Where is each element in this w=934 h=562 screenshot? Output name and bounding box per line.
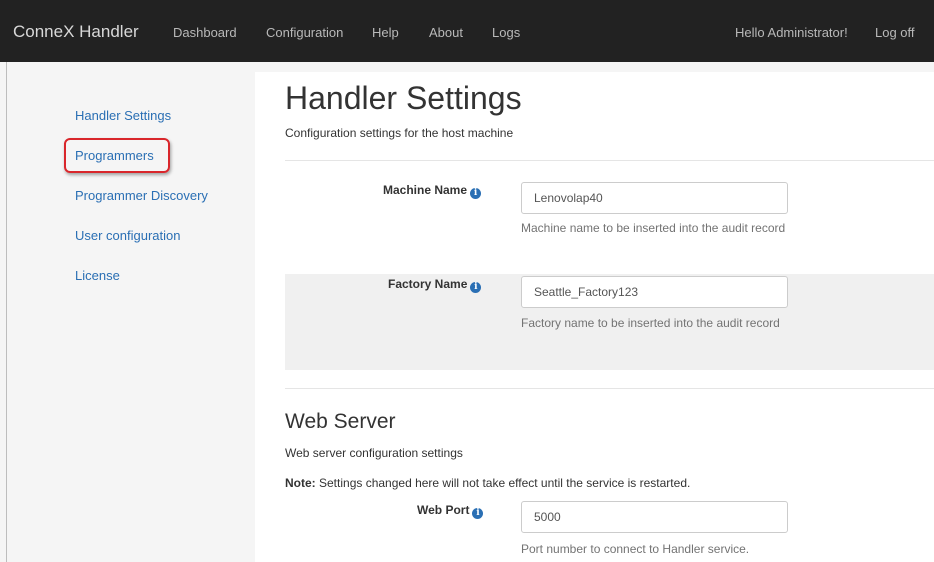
user-greeting[interactable]: Hello Administrator!: [735, 25, 848, 40]
factory-name-label: Factory Name i: [388, 277, 482, 293]
factory-name-label-text: Factory Name: [388, 277, 468, 291]
logoff-link[interactable]: Log off: [875, 25, 915, 40]
top-navbar: ConneX Handler Dashboard Configuration H…: [0, 0, 934, 62]
nav-dashboard[interactable]: Dashboard: [173, 25, 237, 40]
restart-note: Note: Settings changed here will not tak…: [285, 476, 690, 490]
nav-logs[interactable]: Logs: [492, 25, 520, 40]
web-port-input[interactable]: [521, 501, 788, 533]
sidebar-item-handler-settings[interactable]: Handler Settings: [75, 108, 171, 123]
note-text: Settings changed here will not take effe…: [315, 476, 691, 490]
page-title: Handler Settings: [285, 80, 522, 116]
sidebar-item-user-configuration[interactable]: User configuration: [75, 228, 181, 243]
divider: [285, 388, 934, 389]
factory-name-help: Factory name to be inserted into the aud…: [521, 316, 780, 330]
web-server-subtitle: Web server configuration settings: [285, 446, 463, 460]
factory-name-input[interactable]: [521, 276, 788, 308]
machine-name-label-text: Machine Name: [383, 183, 468, 197]
machine-name-help: Machine name to be inserted into the aud…: [521, 221, 786, 235]
machine-name-input[interactable]: [521, 182, 788, 214]
note-label: Note:: [285, 476, 316, 490]
web-port-label: Web Port i: [417, 503, 484, 519]
nav-help[interactable]: Help: [372, 25, 399, 40]
programmers-highlight-box: [64, 138, 170, 173]
web-port-label-text: Web Port: [417, 503, 470, 517]
sidebar-item-programmer-discovery[interactable]: Programmer Discovery: [75, 188, 208, 203]
brand-title[interactable]: ConneX Handler: [13, 22, 139, 42]
nav-configuration[interactable]: Configuration: [266, 25, 343, 40]
info-circle-icon[interactable]: i: [472, 508, 484, 519]
sidebar-item-license[interactable]: License: [75, 268, 120, 283]
divider: [285, 160, 934, 161]
info-circle-icon[interactable]: i: [470, 282, 482, 293]
info-circle-icon[interactable]: i: [470, 188, 482, 199]
nav-about[interactable]: About: [429, 25, 463, 40]
machine-name-label: Machine Name i: [383, 183, 482, 199]
web-server-title: Web Server: [285, 410, 396, 433]
page-subtitle: Configuration settings for the host mach…: [285, 126, 514, 140]
web-port-help: Port number to connect to Handler servic…: [521, 542, 750, 556]
